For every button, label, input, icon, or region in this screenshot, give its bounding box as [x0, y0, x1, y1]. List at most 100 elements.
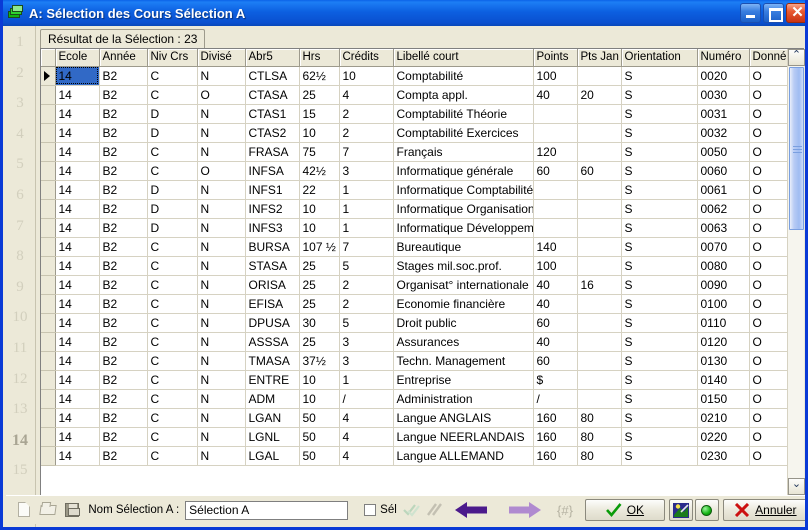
cell-abr5[interactable]: FRASA — [245, 142, 300, 162]
cell-cr-dits[interactable]: 10 — [339, 66, 394, 86]
cell-niv-crs[interactable]: C — [147, 446, 198, 466]
row-selector[interactable] — [41, 237, 56, 257]
cell-niv-crs[interactable]: C — [147, 408, 198, 428]
cell-divis-[interactable]: N — [197, 294, 246, 314]
cell-abr5[interactable]: ORISA — [245, 275, 300, 295]
cell-libell-court[interactable]: Economie financière — [393, 294, 534, 314]
cell-ecole[interactable]: 14 — [55, 66, 100, 86]
cell-donn-[interactable]: O — [749, 427, 787, 447]
cell-pts-jan[interactable]: 80 — [577, 446, 622, 466]
cell-ann-e[interactable]: B2 — [99, 218, 148, 238]
cell-hrs[interactable]: 10 — [299, 218, 340, 238]
cell-pts-jan[interactable] — [577, 294, 622, 314]
table-row[interactable]: 14B2CNADM10/Administration/S0150ON — [41, 389, 787, 409]
cell-abr5[interactable]: CTASA — [245, 85, 300, 105]
cell-niv-crs[interactable]: C — [147, 427, 198, 447]
cell-donn-[interactable]: O — [749, 180, 787, 200]
cell-divis-[interactable]: O — [197, 85, 246, 105]
cell-pts-jan[interactable] — [577, 199, 622, 219]
cell-ann-e[interactable]: B2 — [99, 256, 148, 276]
cell-divis-[interactable]: N — [197, 66, 246, 86]
cell-ecole[interactable]: 14 — [55, 123, 100, 143]
column-header-libell-court[interactable]: Libellé court — [393, 49, 534, 67]
close-button[interactable]: ✕ — [786, 3, 805, 23]
table-row[interactable]: 14 B2 C N LGNL 50 4 Langue NEERLANDAIS 160 80 S 022… — [41, 427, 787, 447]
cell-points[interactable]: 120 — [533, 142, 578, 162]
cell-niv-crs[interactable]: D — [147, 123, 198, 143]
cell-cr-dits[interactable]: 4 — [339, 85, 394, 105]
cell-hrs[interactable]: 37½ — [299, 351, 340, 371]
open-folder-icon[interactable] — [38, 500, 58, 520]
cell-num-ro[interactable]: 0230 — [697, 446, 750, 466]
cell-ann-e[interactable]: B2 — [99, 389, 148, 409]
cell-abr5[interactable]: INFS1 — [245, 180, 300, 200]
cell-orientation[interactable]: S — [621, 199, 698, 219]
cell-points[interactable]: 60 — [533, 161, 578, 181]
cell-num-ro[interactable]: 0063 — [697, 218, 750, 238]
cell-niv-crs[interactable]: C — [147, 161, 198, 181]
cell-num-ro[interactable]: 0140 — [697, 370, 750, 390]
cell-niv-crs[interactable]: C — [147, 313, 198, 333]
cell-ann-e[interactable]: B2 — [99, 370, 148, 390]
cell-orientation[interactable]: S — [621, 446, 698, 466]
cell-pts-jan[interactable] — [577, 256, 622, 276]
cell-ann-e[interactable]: B2 — [99, 427, 148, 447]
cell-donn-[interactable]: O — [749, 161, 787, 181]
cell-points[interactable]: 140 — [533, 237, 578, 257]
cell-pts-jan[interactable] — [577, 389, 622, 409]
cell-hrs[interactable]: 25 — [299, 332, 340, 352]
cell-niv-crs[interactable]: C — [147, 389, 198, 409]
cell-points[interactable]: 60 — [533, 313, 578, 333]
cell-niv-crs[interactable]: D — [147, 199, 198, 219]
row-selector[interactable] — [41, 256, 56, 276]
cell-ann-e[interactable]: B2 — [99, 199, 148, 219]
cell-hrs[interactable]: 25 — [299, 294, 340, 314]
cell-ann-e[interactable]: B2 — [99, 313, 148, 333]
cell-abr5[interactable]: CTAS2 — [245, 123, 300, 143]
row-selector[interactable] — [41, 275, 56, 295]
cell-orientation[interactable]: S — [621, 237, 698, 257]
cell-donn-[interactable]: O — [749, 370, 787, 390]
cell-ecole[interactable]: 14 — [55, 199, 100, 219]
cell-donn-[interactable]: O — [749, 294, 787, 314]
row-selector[interactable] — [41, 294, 56, 314]
cell-points[interactable]: 40 — [533, 332, 578, 352]
cell-orientation[interactable]: S — [621, 427, 698, 447]
cell-orientation[interactable]: S — [621, 370, 698, 390]
cell-ann-e[interactable]: B2 — [99, 123, 148, 143]
cell-niv-crs[interactable]: C — [147, 142, 198, 162]
cell-points[interactable] — [533, 123, 578, 143]
cell-points[interactable]: 40 — [533, 85, 578, 105]
column-header-niv-crs[interactable]: Niv Crs — [147, 49, 198, 67]
cell-points[interactable]: 160 — [533, 427, 578, 447]
row-selector[interactable] — [41, 351, 56, 371]
cell-divis-[interactable]: N — [197, 408, 246, 428]
cell-divis-[interactable]: N — [197, 123, 246, 143]
cell-abr5[interactable]: INFS3 — [245, 218, 300, 238]
cell-ann-e[interactable]: B2 — [99, 408, 148, 428]
cell-orientation[interactable]: S — [621, 389, 698, 409]
table-row[interactable]: 14 B2 D N INFS3 10 1 Informatique Développemen S… — [41, 218, 787, 238]
cell-cr-dits[interactable]: 3 — [339, 332, 394, 352]
cell-cr-dits[interactable]: 5 — [339, 256, 394, 276]
cell-orientation[interactable]: S — [621, 256, 698, 276]
cell-pts-jan[interactable]: 80 — [577, 408, 622, 428]
cell-abr5[interactable]: STASA — [245, 256, 300, 276]
cell-cr-dits[interactable]: 2 — [339, 104, 394, 124]
cell-libell-court[interactable]: Assurances — [393, 332, 534, 352]
cell-niv-crs[interactable]: C — [147, 370, 198, 390]
cell-cr-dits[interactable]: 3 — [339, 351, 394, 371]
cell-donn-[interactable]: O — [749, 256, 787, 276]
double-check-icon[interactable] — [401, 500, 421, 520]
next-arrow-button[interactable] — [503, 499, 543, 521]
cell-ecole[interactable]: 14 — [55, 408, 100, 428]
cell-ann-e[interactable]: B2 — [99, 332, 148, 352]
cell-abr5[interactable]: ADM — [245, 389, 300, 409]
cell-num-ro[interactable]: 0150 — [697, 389, 750, 409]
table-row[interactable]: 14 B2 C N EFISA 25 2 Economie financière 40 S 0100… — [41, 294, 787, 314]
status-led-button[interactable] — [694, 499, 719, 521]
cell-ecole[interactable]: 14 — [55, 294, 100, 314]
cell-niv-crs[interactable]: C — [147, 275, 198, 295]
cell-num-ro[interactable]: 0031 — [697, 104, 750, 124]
cell-divis-[interactable]: N — [197, 446, 246, 466]
